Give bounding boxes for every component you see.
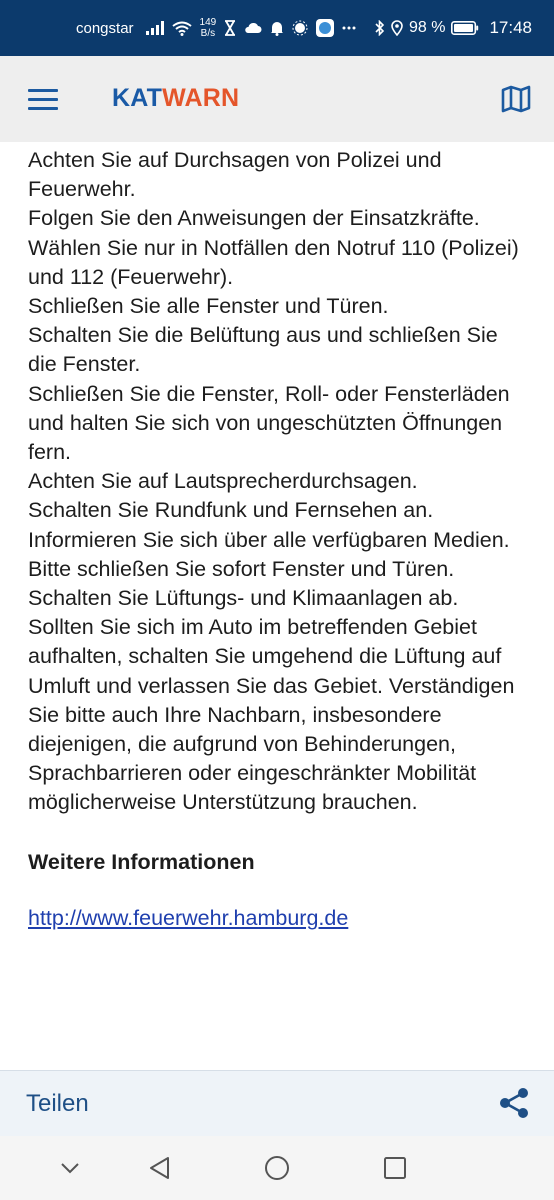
instruction-line: Wählen Sie nur in Notfällen den Notruf 1… [28,235,519,289]
bell-icon [270,20,284,36]
map-icon[interactable] [500,83,532,115]
signal-icon [145,21,164,35]
instruction-line: Achten Sie auf Lautsprecherdurchsagen. [28,469,418,494]
info-link-line: http://www.feuerwehr.hamburg.de [28,904,528,933]
recent-apps-icon[interactable] [381,1154,409,1182]
battery-icon [451,21,479,35]
chevron-down-icon[interactable] [56,1154,84,1182]
location-icon [391,20,403,36]
more-notifications-icon [342,26,356,30]
instruction-line: Schalten Sie Lüftungs- und Klimaanlagen … [28,586,459,611]
cloud-icon [244,22,262,34]
app-logo: KATWARN [112,84,239,113]
battery-percent: 98 % [408,19,446,36]
instruction-line: Informieren Sie sich über alle verfügbar… [28,527,510,552]
network-speed-unit: B/s [200,28,216,39]
network-speed: 149 B/s [200,17,217,39]
instruction-line: Schließen Sie alle Fenster und Türen. [28,294,389,319]
logo-part-warn: WARN [162,84,240,112]
share-label[interactable]: Teilen [26,1090,89,1118]
instruction-line: Schalten Sie die Belüftung aus und schli… [28,323,498,377]
back-icon[interactable] [146,1154,174,1182]
home-icon[interactable] [263,1154,291,1182]
instruction-line: Achten Sie auf Durchsagen von Polizei un… [28,148,442,202]
system-nav-bar [0,1136,554,1200]
share-bar: Teilen [0,1070,554,1136]
carrier-name: congstar [76,19,134,37]
network-speed-value: 149 [199,17,217,28]
app-bar: KATWARN [0,56,554,142]
section-title: Weitere Informationen [28,849,255,874]
logo-part-kat: KAT [112,84,163,112]
app-notification-icon [316,19,335,37]
clock: 17:48 [489,18,532,37]
instruction-line: Bitte schließen Sie sofort Fenster und T… [28,556,455,581]
instruction-line: Folgen Sie den Anweisungen der Einsatzkr… [28,206,480,231]
menu-icon[interactable] [28,89,58,111]
wifi-icon [171,21,192,36]
instruction-line: Sollten Sie sich im Auto im betreffenden… [28,615,515,815]
instruction-line: Schalten Sie Rundfunk und Fernsehen an. [28,498,434,523]
hourglass-icon [224,20,236,36]
sun-icon [292,20,308,36]
warning-details: Achten Sie auf Durchsagen von Polizei un… [28,146,528,933]
share-icon[interactable] [496,1085,532,1121]
bluetooth-icon [375,20,385,36]
info-link[interactable]: http://www.feuerwehr.hamburg.de [28,906,348,930]
status-bar: congstar 149 B/s 98 % 17:48 [0,0,554,56]
instruction-line: Schließen Sie die Fenster, Roll- oder Fe… [28,381,510,465]
